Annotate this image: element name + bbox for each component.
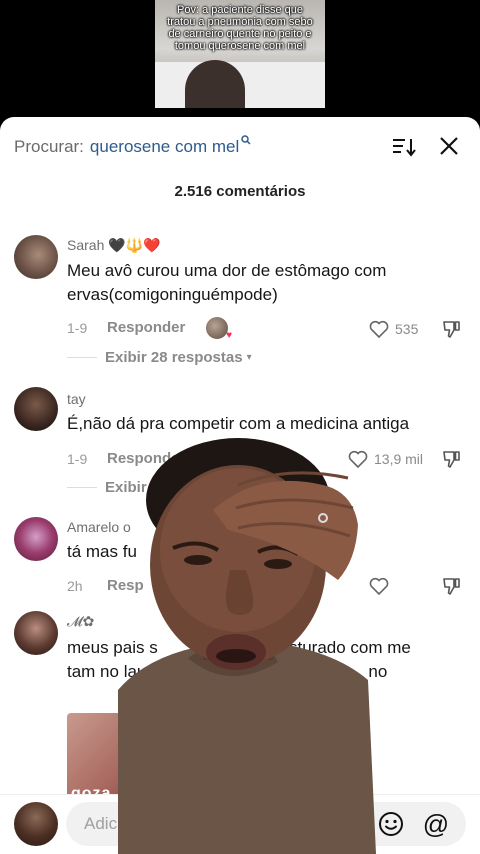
view-replies-link[interactable]: Exibir 28 respostas ▾ — [67, 349, 252, 366]
heart-icon: ♥ — [226, 330, 232, 341]
comment-username[interactable]: 𝓜✿ — [67, 613, 94, 630]
chevron-down-icon: ▾ — [246, 352, 252, 363]
divider — [67, 357, 97, 358]
divider — [67, 487, 97, 488]
comment-count: 2.516 comentários — [174, 183, 306, 200]
comment-username[interactable]: Sarah 🖤🔱❤️ — [67, 237, 161, 254]
avatar[interactable] — [14, 611, 58, 655]
emoji-icon[interactable] — [378, 811, 404, 837]
avatar[interactable] — [14, 802, 58, 846]
reply-button[interactable]: Responder — [107, 319, 185, 336]
dislike-icon[interactable] — [442, 576, 462, 596]
comment-date: 1-9 — [67, 451, 88, 467]
video-caption: Pov: a paciente disse que tratou a pneum… — [167, 4, 313, 52]
avatar[interactable] — [14, 517, 58, 561]
creator-liked-badge: ♥ — [206, 317, 232, 341]
close-icon[interactable] — [438, 135, 460, 157]
search-prefix: Procurar: — [14, 137, 84, 156]
comment-text: Meu avô curou uma dor de estômago com er… — [67, 261, 387, 304]
comment-date: 2h — [67, 578, 83, 594]
comment-date: 1-9 — [67, 320, 88, 336]
like-icon[interactable] — [369, 320, 389, 338]
view-replies-label: Exibir 28 respostas — [105, 349, 243, 366]
video-thumbnail[interactable]: Pov: a paciente disse que tratou a pneum… — [155, 0, 325, 108]
mention-icon[interactable]: @ — [422, 810, 450, 838]
sort-icon[interactable] — [392, 137, 416, 157]
avatar[interactable] — [14, 387, 58, 431]
avatar[interactable] — [14, 235, 58, 279]
search-query[interactable]: querosene com mel — [90, 137, 239, 157]
comment-username[interactable]: tay — [67, 391, 86, 407]
search-icon[interactable] — [241, 134, 251, 148]
like-count: 535 — [395, 321, 419, 337]
dislike-icon[interactable] — [442, 319, 462, 339]
comment-item: Sarah 🖤🔱❤️ Meu avô curou uma dor de estô… — [0, 233, 480, 373]
dislike-icon[interactable] — [442, 449, 462, 469]
like-count: 13,9 mil — [374, 451, 424, 467]
reaction-overlay-person — [118, 438, 376, 854]
